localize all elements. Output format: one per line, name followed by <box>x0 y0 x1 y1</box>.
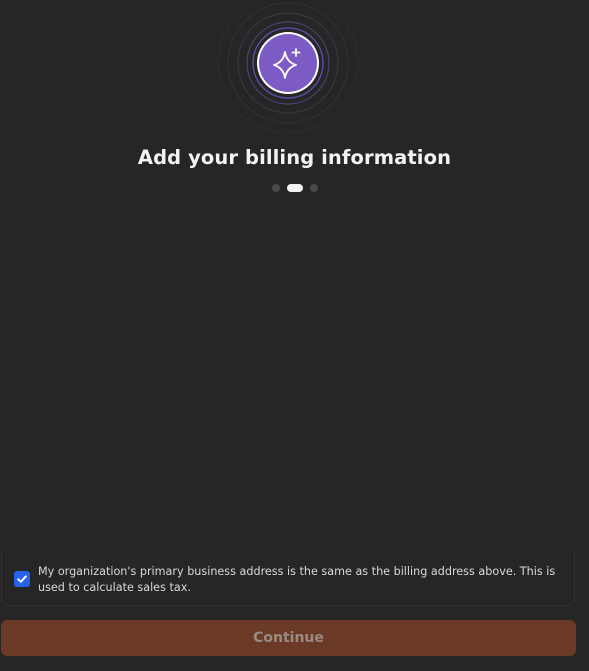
same-address-checkbox[interactable] <box>14 571 30 587</box>
continue-button[interactable]: Continue <box>1 620 576 656</box>
checkmark-icon <box>17 575 27 583</box>
step-dot-2-active <box>286 184 303 192</box>
business-address-option: My organization's primary business addre… <box>1 552 575 606</box>
hero-illustration <box>0 0 589 140</box>
step-indicator <box>0 184 589 192</box>
step-dot-3 <box>309 184 318 192</box>
concentric-rings-graphic <box>217 0 359 134</box>
page-title: Add your billing information <box>137 146 452 169</box>
same-address-label[interactable]: My organization's primary business addre… <box>38 564 568 596</box>
sparkle-badge <box>257 32 319 94</box>
billing-setup-page: Add your billing information My organiza… <box>0 0 589 671</box>
step-dot-1 <box>271 184 280 192</box>
